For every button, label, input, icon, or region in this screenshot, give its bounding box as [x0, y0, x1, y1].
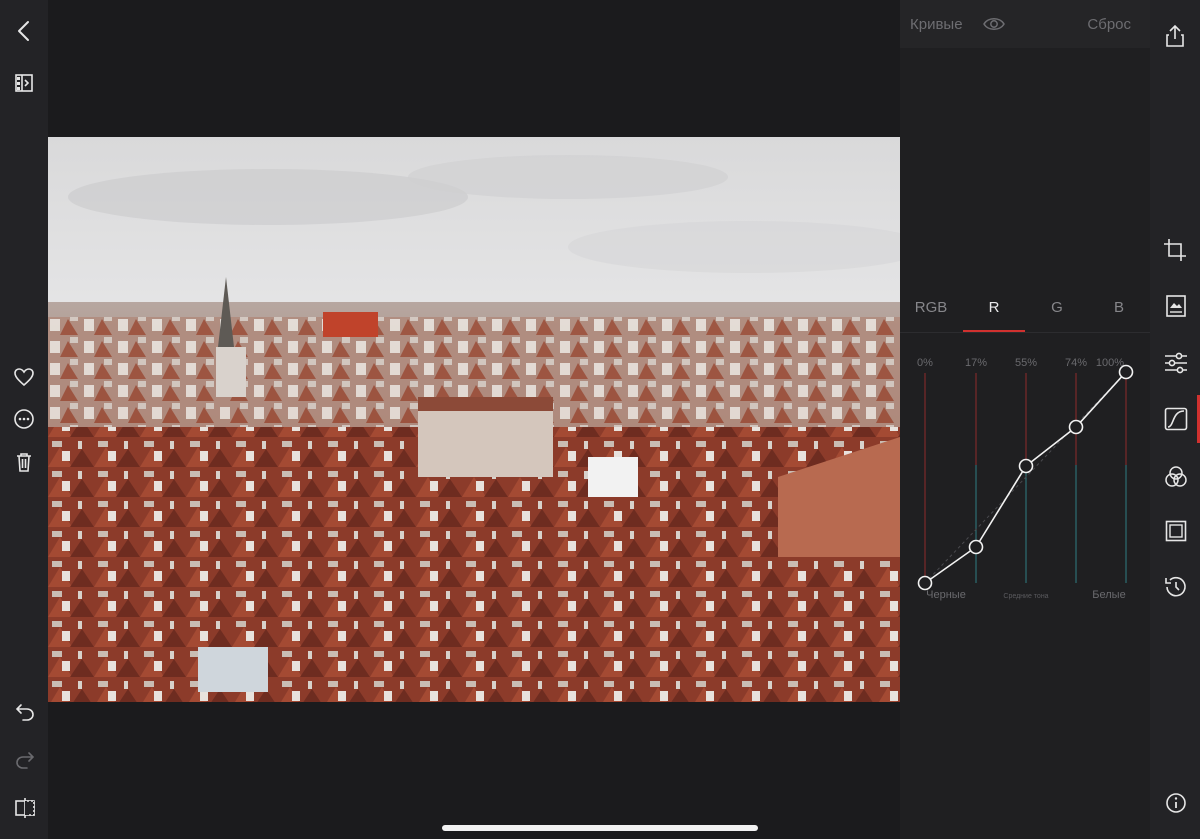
right-toolbar: [1150, 0, 1200, 839]
panel-header: Кривые Сброс: [900, 0, 1150, 48]
curves-icon[interactable]: [1164, 407, 1188, 431]
redo-icon[interactable]: [14, 750, 36, 770]
curves-panel: Кривые Сброс RGB R G B 0% 17% 55% 74% 10…: [900, 0, 1150, 839]
presets-icon[interactable]: [1165, 294, 1187, 318]
crop-icon[interactable]: [1163, 238, 1187, 262]
active-tab-underline: [963, 330, 1025, 332]
curve-editor[interactable]: 0% 17% 55% 74% 100% Черные Средние тона …: [900, 345, 1150, 610]
tab-b[interactable]: B: [1088, 299, 1150, 316]
blacks-label: Черные: [926, 589, 966, 601]
compare-split-icon[interactable]: [14, 73, 34, 93]
left-toolbar: [0, 0, 48, 839]
undo-icon[interactable]: [14, 702, 36, 722]
whites-label: Белые: [1092, 589, 1125, 601]
percent-label-74: 74%: [1065, 357, 1087, 369]
tab-rgb[interactable]: RGB: [900, 299, 962, 316]
curve-point-handle[interactable]: [1068, 419, 1084, 435]
history-icon[interactable]: [1163, 574, 1189, 600]
midtones-label: Средние тона: [1003, 593, 1048, 600]
curve-point-handle[interactable]: [968, 539, 984, 555]
vignette-frame-icon[interactable]: [1165, 520, 1187, 542]
back-chevron-icon[interactable]: [14, 20, 34, 42]
info-icon[interactable]: [1165, 792, 1187, 814]
heart-icon[interactable]: [13, 367, 35, 387]
tab-g[interactable]: G: [1026, 299, 1088, 316]
trash-icon[interactable]: [14, 451, 34, 473]
channel-tabs: RGB R G B: [900, 288, 1150, 333]
sliders-icon[interactable]: [1164, 351, 1188, 375]
percent-label-55: 55%: [1015, 357, 1037, 369]
reset-button[interactable]: Сброс: [1087, 16, 1131, 33]
tab-r[interactable]: R: [963, 299, 1025, 316]
color-mix-icon[interactable]: [1164, 465, 1188, 489]
curve-point-handle[interactable]: [917, 575, 933, 591]
split-view-icon[interactable]: [14, 797, 36, 819]
curve-point-handle[interactable]: [1118, 364, 1134, 380]
curve-point-handle[interactable]: [1018, 458, 1034, 474]
more-icon[interactable]: [13, 408, 35, 430]
photo-prague-rooftops[interactable]: [48, 137, 900, 702]
percent-label-17: 17%: [965, 357, 987, 369]
share-icon[interactable]: [1165, 24, 1185, 48]
percent-label-100: 100%: [1096, 357, 1124, 369]
percent-label-0: 0%: [917, 357, 933, 369]
home-indicator: [442, 825, 758, 831]
panel-title: Кривые: [910, 16, 963, 33]
eye-icon[interactable]: [982, 14, 1006, 34]
